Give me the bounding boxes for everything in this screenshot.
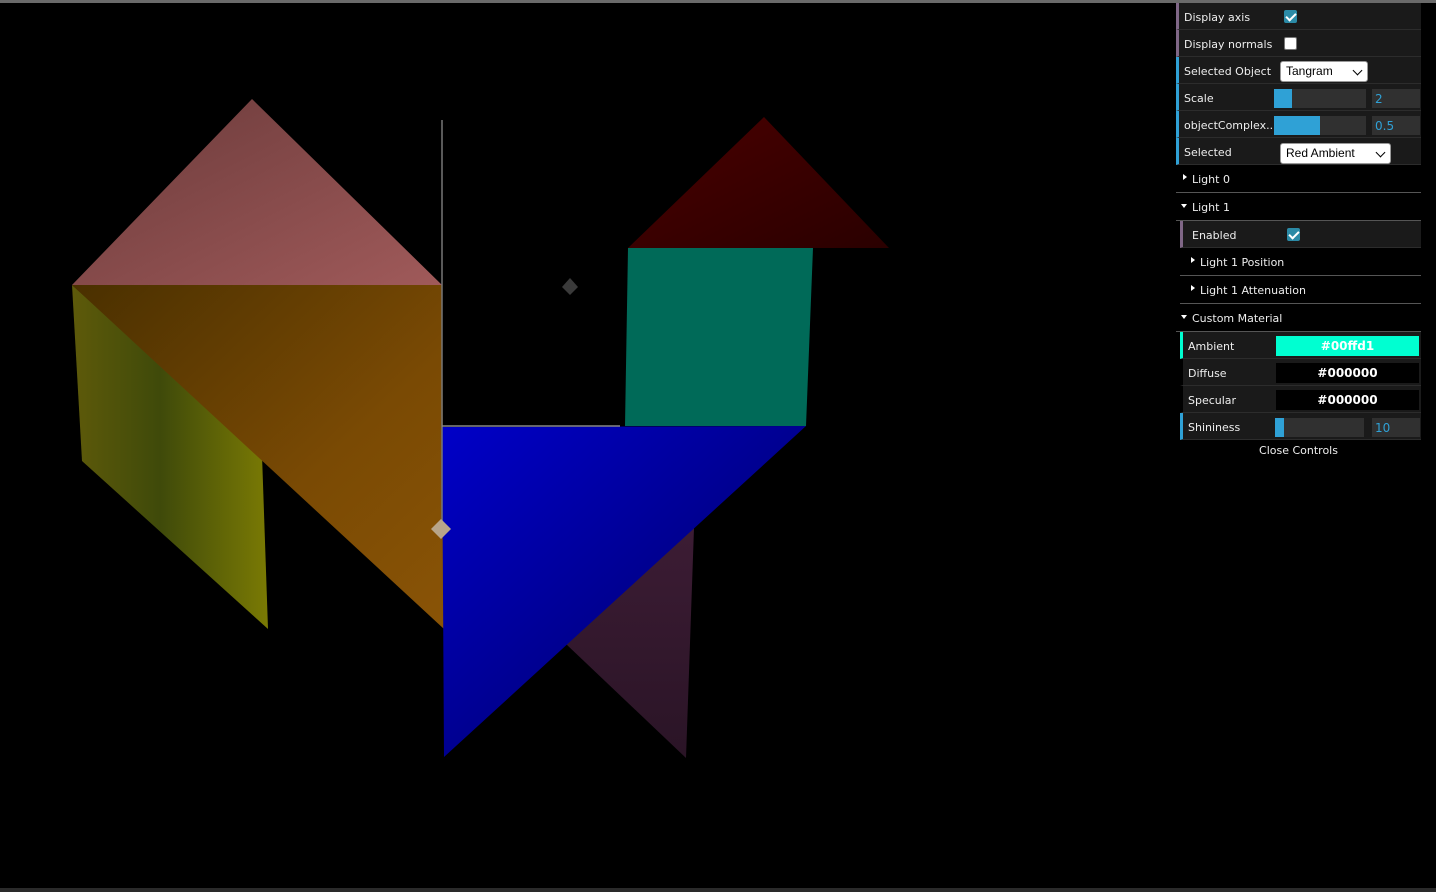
shininess-row: Shininess 10 (1180, 413, 1421, 440)
caret-down-icon (1181, 204, 1187, 208)
specular-color-input[interactable]: #000000 (1276, 390, 1419, 410)
selected-material-dropdown[interactable]: Red Ambient (1280, 143, 1391, 164)
scale-row: Scale 2 (1176, 84, 1421, 111)
folder-light-0[interactable]: Light 0 (1176, 165, 1421, 193)
folder-light-1-title: Light 1 (1192, 201, 1230, 214)
blue-triangle (442, 426, 806, 757)
object-complexity-label: objectComplex... (1184, 119, 1274, 132)
shininess-input[interactable]: 10 (1372, 418, 1420, 437)
object-complexity-slider-fill (1274, 116, 1320, 135)
caret-right-icon (1191, 257, 1195, 263)
selected-material-label: Selected (1184, 146, 1232, 159)
scale-label: Scale (1184, 92, 1214, 105)
teal-square (625, 248, 813, 426)
display-axis-checkbox[interactable] (1284, 10, 1297, 23)
folder-light-1-position-title: Light 1 Position (1200, 256, 1285, 269)
shininess-slider-fill (1275, 418, 1284, 437)
selected-object-value: Tangram (1286, 64, 1333, 78)
diffuse-label: Diffuse (1188, 367, 1227, 380)
shininess-label: Shininess (1188, 421, 1241, 434)
object-complexity-row: objectComplex... 0.5 (1176, 111, 1421, 138)
specular-label: Specular (1188, 394, 1237, 407)
pink-triangle (72, 99, 442, 285)
chevron-down-icon (1375, 147, 1386, 158)
red-triangle (628, 117, 889, 248)
caret-right-icon (1191, 285, 1195, 291)
folder-custom-material[interactable]: Custom Material (1176, 304, 1421, 332)
light-1-enabled-row: Enabled (1180, 221, 1421, 248)
light-1-enabled-label: Enabled (1192, 229, 1237, 242)
selected-material-value: Red Ambient (1286, 146, 1355, 160)
folder-light-1-attenuation-title: Light 1 Attenuation (1200, 284, 1306, 297)
shininess-slider[interactable] (1275, 418, 1364, 437)
controls-panel: Display axis Display normals Selected Ob… (1176, 3, 1421, 460)
selected-object-label: Selected Object (1184, 65, 1272, 78)
display-axis-row: Display axis (1176, 3, 1421, 30)
folder-light-1-attenuation[interactable]: Light 1 Attenuation (1180, 276, 1421, 304)
object-complexity-input[interactable]: 0.5 (1372, 116, 1420, 135)
folder-light-0-title: Light 0 (1192, 173, 1230, 186)
display-axis-label: Display axis (1184, 11, 1251, 24)
folder-light-1-position[interactable]: Light 1 Position (1180, 248, 1421, 276)
light-1-contents: Enabled Light 1 Position Light 1 Attenua… (1180, 221, 1421, 304)
ambient-color-input[interactable]: #00ffd1 (1276, 336, 1419, 356)
selected-object-row: Selected Object Tangram (1176, 57, 1421, 84)
folder-custom-material-title: Custom Material (1192, 312, 1283, 325)
custom-material-contents: Ambient #00ffd1 Diffuse #000000 Specular… (1180, 332, 1421, 440)
scale-slider[interactable] (1274, 89, 1366, 108)
scale-slider-fill (1274, 89, 1292, 108)
display-normals-checkbox[interactable] (1284, 37, 1297, 50)
diffuse-color-input[interactable]: #000000 (1276, 363, 1419, 383)
light-marker (562, 278, 578, 295)
folder-light-1[interactable]: Light 1 (1176, 193, 1421, 221)
specular-row: Specular #000000 (1180, 386, 1421, 413)
caret-down-icon (1181, 315, 1187, 319)
window-bottom-border (0, 888, 1436, 892)
ambient-label: Ambient (1188, 340, 1235, 353)
selected-material-row: Selected Red Ambient (1176, 138, 1421, 165)
display-normals-row: Display normals (1176, 30, 1421, 57)
ambient-row: Ambient #00ffd1 (1180, 332, 1421, 359)
selected-object-dropdown[interactable]: Tangram (1280, 61, 1368, 82)
display-normals-label: Display normals (1184, 38, 1273, 51)
object-complexity-slider[interactable] (1274, 116, 1366, 135)
scale-input[interactable]: 2 (1372, 89, 1420, 108)
light-1-enabled-checkbox[interactable] (1287, 228, 1300, 241)
chevron-down-icon (1352, 65, 1363, 76)
diffuse-row: Diffuse #000000 (1180, 359, 1421, 386)
caret-right-icon (1183, 174, 1187, 180)
close-controls-button[interactable]: Close Controls (1176, 440, 1421, 460)
